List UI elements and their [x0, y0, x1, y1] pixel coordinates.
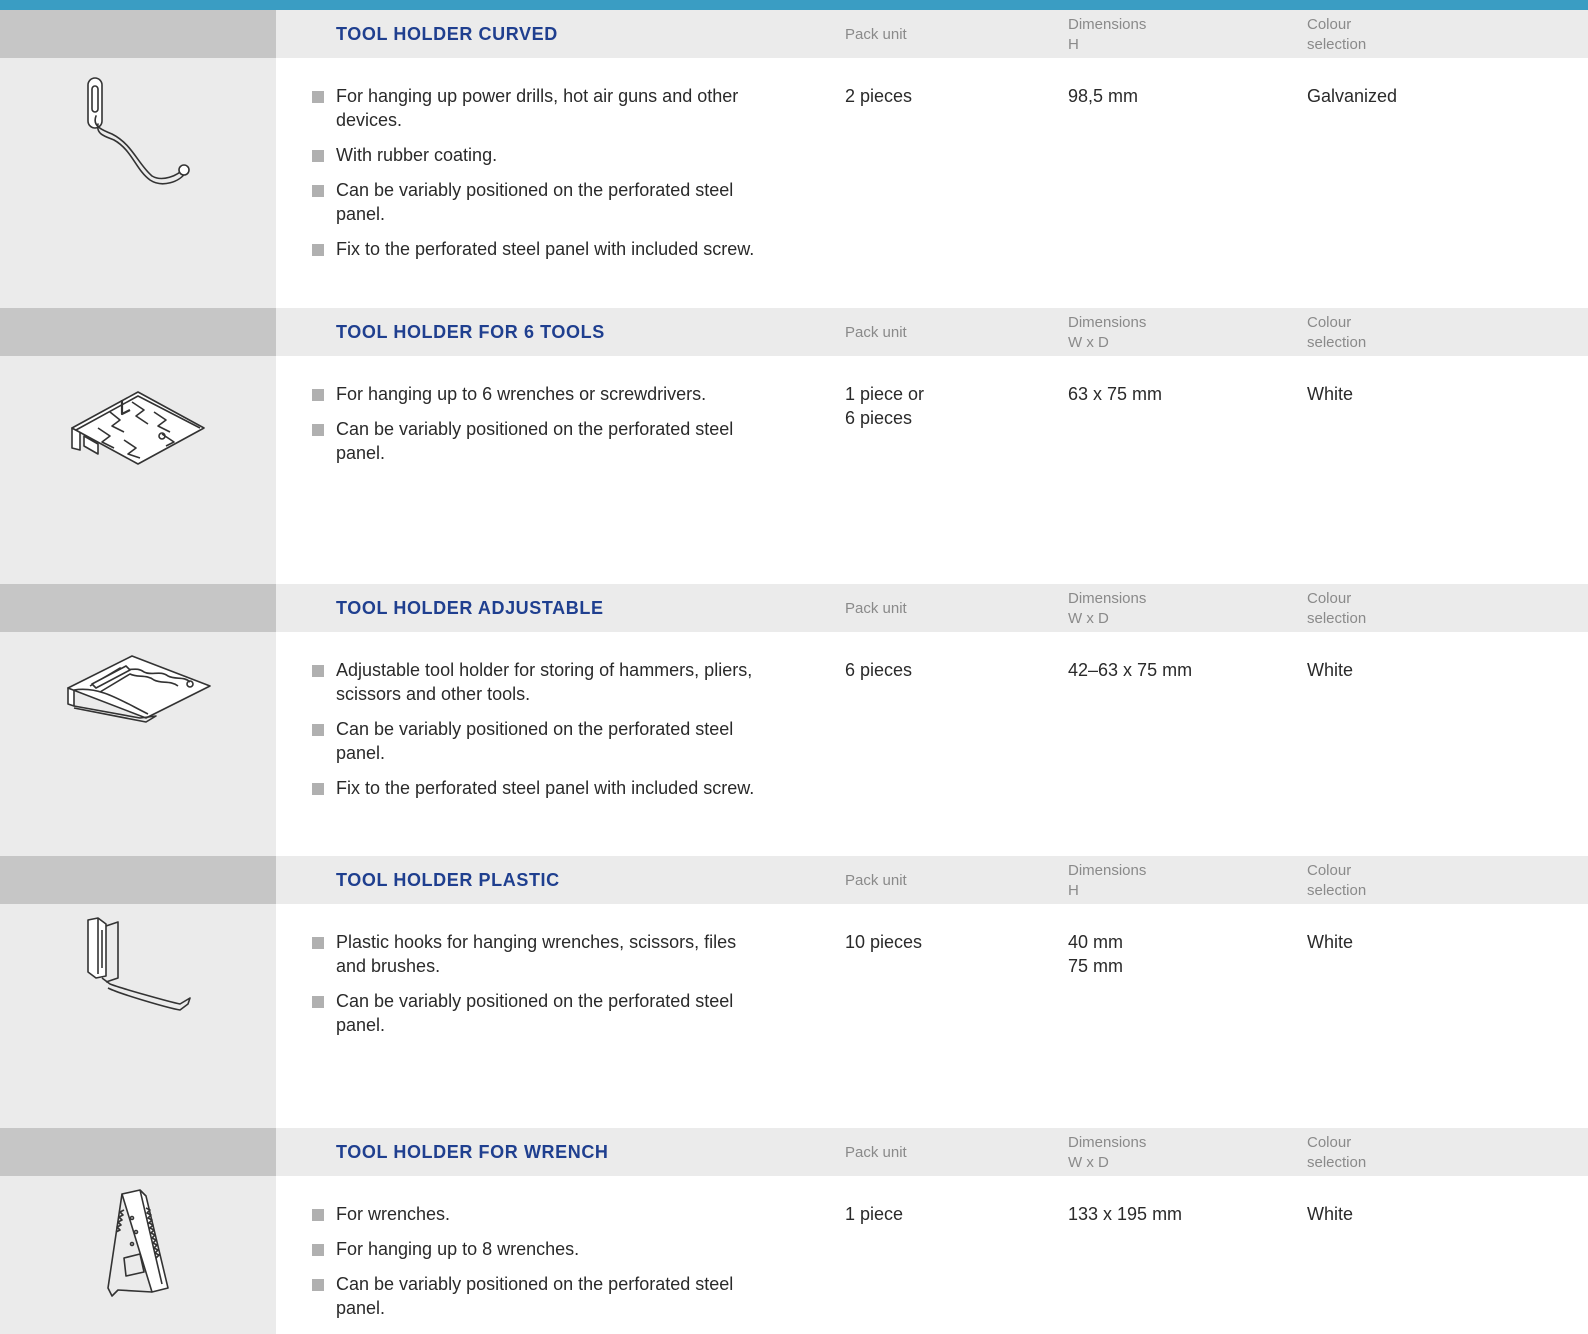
feature-item: For wrenches.	[312, 1202, 762, 1226]
product-title: TOOL HOLDER ADJUSTABLE	[336, 598, 604, 618]
pack-unit-value: 1 piece or 6 pieces	[845, 384, 925, 428]
dimensions-label: Dimensions W x D	[1068, 590, 1147, 627]
product-title: TOOL HOLDER PLASTIC	[336, 870, 560, 890]
curved-hook-icon	[87, 77, 190, 185]
dimensions-value: 98,5 mm	[1068, 86, 1139, 106]
dimensions-value: 133 x 195 mm	[1068, 1204, 1183, 1224]
bullet-square-icon	[312, 937, 324, 949]
colour-value: White	[1307, 660, 1354, 680]
dimensions-unit: W x D	[1068, 610, 1109, 627]
pack-unit-label: Pack unit	[845, 26, 907, 43]
bullet-square-icon	[312, 665, 324, 677]
dimensions-unit: H	[1068, 36, 1079, 53]
colour-selection-label: Colour selection	[1307, 862, 1367, 899]
colour-selection-label: Colour selection	[1307, 590, 1367, 627]
colour-selection-label: Colour selection	[1307, 16, 1367, 53]
colour-value: White	[1307, 932, 1354, 952]
pack-unit-value: 2 pieces	[845, 86, 913, 106]
product-title: TOOL HOLDER FOR 6 TOOLS	[336, 322, 605, 342]
bullet-square-icon	[312, 150, 324, 162]
dimensions-label: Dimensions W x D	[1068, 1134, 1147, 1171]
colour-selection-label: Colour selection	[1307, 314, 1367, 351]
feature-item: Fix to the perforated steel panel with i…	[312, 776, 762, 800]
feature-item: Plastic hooks for hanging wrenches, scis…	[312, 930, 762, 978]
pack-unit-value: 6 pieces	[845, 660, 913, 680]
dimensions-value: 40 mm 75 mm	[1068, 932, 1124, 976]
feature-item: Can be variably positioned on the perfor…	[312, 417, 762, 465]
pack-unit-label: Pack unit	[845, 600, 907, 617]
pack-unit-label: Pack unit	[845, 872, 907, 889]
feature-item: Can be variably positioned on the perfor…	[312, 717, 762, 765]
product-title: TOOL HOLDER FOR WRENCH	[336, 1142, 609, 1162]
bullet-square-icon	[312, 244, 324, 256]
bullet-square-icon	[312, 783, 324, 795]
product-title: TOOL HOLDER CURVED	[336, 24, 558, 44]
dimensions-label: Dimensions H	[1068, 16, 1147, 53]
dimensions-unit: W x D	[1068, 1154, 1109, 1171]
pack-unit-label: Pack unit	[845, 324, 907, 341]
six-tool-holder-icon	[71, 391, 205, 465]
bullet-square-icon	[312, 389, 324, 401]
dimensions-label: Dimensions W x D	[1068, 314, 1147, 351]
bullet-square-icon	[312, 996, 324, 1008]
plastic-hook-icon	[87, 917, 191, 1011]
feature-item: For hanging up to 6 wrenches or screwdri…	[312, 382, 762, 406]
colour-value: Galvanized	[1307, 86, 1398, 106]
dimensions-value: 63 x 75 mm	[1068, 384, 1163, 404]
colour-value: White	[1307, 384, 1354, 404]
feature-item: Can be variably positioned on the perfor…	[312, 1272, 762, 1320]
wrench-holder-icon	[107, 1189, 169, 1297]
feature-item: Adjustable tool holder for storing of ha…	[312, 658, 762, 706]
feature-list: For wrenches. For hanging up to 8 wrench…	[312, 1202, 762, 1331]
bullet-square-icon	[312, 185, 324, 197]
feature-list: Plastic hooks for hanging wrenches, scis…	[312, 930, 762, 1048]
top-accent-bar	[0, 0, 1588, 10]
feature-list: Adjustable tool holder for storing of ha…	[312, 658, 762, 811]
bullet-square-icon	[312, 424, 324, 436]
bullet-square-icon	[312, 1209, 324, 1221]
bullet-square-icon	[312, 91, 324, 103]
adjustable-holder-icon	[67, 655, 211, 723]
dimensions-label: Dimensions H	[1068, 862, 1147, 899]
bullet-square-icon	[312, 1279, 324, 1291]
colour-value: White	[1307, 1204, 1354, 1224]
feature-item: For hanging up power drills, hot air gun…	[312, 84, 762, 132]
feature-item: For hanging up to 8 wrenches.	[312, 1237, 762, 1261]
dimensions-unit: W x D	[1068, 334, 1109, 351]
bullet-square-icon	[312, 1244, 324, 1256]
pack-unit-label: Pack unit	[845, 1144, 907, 1161]
dimensions-value: 42–63 x 75 mm	[1068, 660, 1193, 680]
feature-item: Fix to the perforated steel panel with i…	[312, 237, 762, 261]
pack-unit-value: 1 piece	[845, 1204, 904, 1224]
bullet-square-icon	[312, 724, 324, 736]
feature-item: Can be variably positioned on the perfor…	[312, 989, 762, 1037]
pack-unit-value: 10 pieces	[845, 932, 923, 952]
feature-item: With rubber coating.	[312, 143, 762, 167]
dimensions-unit: H	[1068, 882, 1079, 899]
colour-selection-label: Colour selection	[1307, 1134, 1367, 1171]
feature-item: Can be variably positioned on the perfor…	[312, 178, 762, 226]
feature-list: For hanging up power drills, hot air gun…	[312, 84, 762, 272]
feature-list: For hanging up to 6 wrenches or screwdri…	[312, 382, 762, 476]
